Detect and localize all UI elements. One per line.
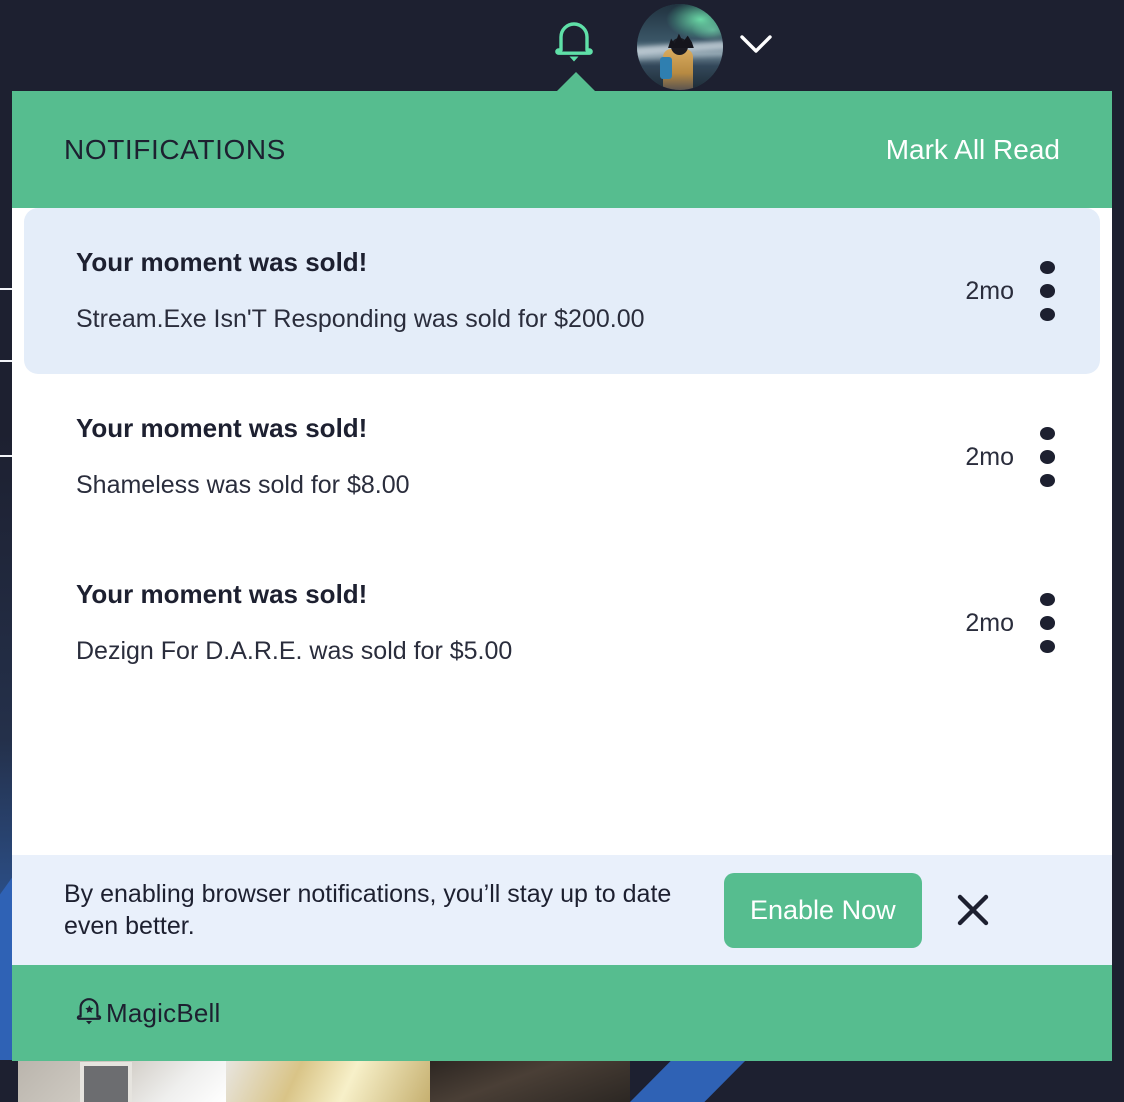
kebab-dot	[1039, 307, 1055, 321]
magicbell-brand-label: MagicBell	[106, 997, 221, 1028]
notification-panel: NOTIFICATIONS Mark All Read Your moment …	[12, 91, 1112, 1061]
notification-item[interactable]: Your moment was sold! Stream.Exe Isn'T R…	[24, 208, 1100, 374]
bell-icon[interactable]	[551, 18, 597, 68]
notification-content: Your moment was sold! Stream.Exe Isn'T R…	[76, 247, 965, 335]
notification-meta: 2mo	[965, 593, 1078, 653]
panel-caret	[556, 72, 596, 92]
notification-body: Stream.Exe Isn'T Responding was sold for…	[76, 304, 645, 333]
page-title: NOTIFICATIONS	[64, 133, 286, 165]
notification-content: Your moment was sold! Dezign For D.A.R.E…	[76, 579, 965, 667]
kebab-dot	[1039, 261, 1055, 275]
kebab-menu-icon[interactable]	[1034, 427, 1060, 487]
kebab-dot	[1039, 616, 1055, 630]
notification-title: Your moment was sold!	[76, 412, 368, 443]
magicbell-brand[interactable]: MagicBell	[74, 995, 221, 1032]
kebab-dot	[1039, 427, 1055, 441]
kebab-dot	[1039, 639, 1055, 653]
notification-timestamp: 2mo	[965, 608, 1014, 637]
magicbell-logo-icon	[74, 995, 104, 1032]
kebab-menu-icon[interactable]	[1034, 261, 1060, 321]
notification-item[interactable]: Your moment was sold! Shameless was sold…	[24, 374, 1100, 540]
kebab-dot	[1039, 473, 1055, 487]
kebab-dot	[1039, 593, 1055, 607]
notification-timestamp: 2mo	[965, 276, 1014, 305]
kebab-dot	[1039, 284, 1055, 298]
close-icon[interactable]	[938, 875, 1008, 945]
notification-title: Your moment was sold!	[76, 578, 368, 609]
mark-all-read-button[interactable]: Mark All Read	[886, 134, 1060, 166]
enable-now-button[interactable]: Enable Now	[724, 872, 922, 948]
thumbnail	[18, 1056, 226, 1102]
background-thumbnail-wedge	[630, 1056, 750, 1102]
panel-header: NOTIFICATIONS Mark All Read	[12, 91, 1112, 208]
panel-footer: MagicBell	[12, 965, 1112, 1061]
notification-body: Shameless was sold for $8.00	[76, 470, 410, 499]
page-root: NOTIFICATIONS Mark All Read Your moment …	[0, 0, 1124, 1102]
notification-item[interactable]: Your moment was sold! Dezign For D.A.R.E…	[24, 540, 1100, 706]
thumbnail	[430, 1056, 630, 1102]
avatar[interactable]	[637, 4, 723, 90]
notification-timestamp: 2mo	[965, 442, 1014, 471]
banner-message: By enabling browser notifications, you’l…	[64, 880, 672, 940]
browser-notification-banner: By enabling browser notifications, you’l…	[12, 855, 1112, 965]
notification-body: Dezign For D.A.R.E. was sold for $5.00	[76, 636, 513, 665]
kebab-menu-icon[interactable]	[1034, 593, 1060, 653]
notification-title: Your moment was sold!	[76, 246, 368, 277]
chevron-down-icon[interactable]	[736, 30, 776, 58]
background-thumbnail-strip	[18, 1056, 630, 1102]
notification-meta: 2mo	[965, 261, 1078, 321]
notification-list: Your moment was sold! Stream.Exe Isn'T R…	[12, 208, 1112, 855]
thumbnail	[226, 1056, 430, 1102]
avatar-figure-pack	[660, 57, 673, 80]
notification-content: Your moment was sold! Shameless was sold…	[76, 413, 965, 501]
kebab-dot	[1039, 450, 1055, 464]
notification-meta: 2mo	[965, 427, 1078, 487]
